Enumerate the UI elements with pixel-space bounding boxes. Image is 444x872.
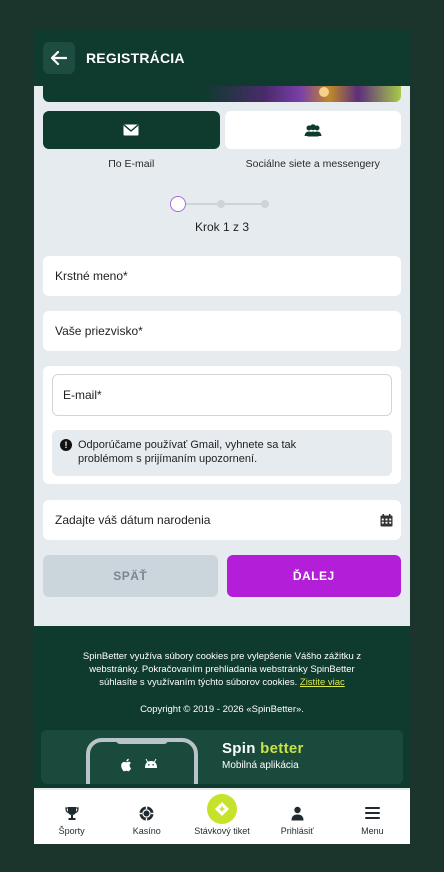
step-2-dot [217, 200, 225, 208]
nav-label-bet-slip: Stávkový tiket [194, 826, 250, 836]
user-icon [291, 804, 304, 822]
tab-email[interactable] [43, 111, 220, 149]
nav-label-casino: Kasíno [132, 826, 161, 836]
email-placeholder: E-mail* [63, 388, 102, 402]
nav-item-casino[interactable]: Kasíno [109, 790, 184, 844]
footer: SpinBetter využíva súbory cookies pre vy… [34, 626, 410, 788]
cookie-learn-more-link[interactable]: Zistite viac [300, 677, 345, 688]
notice-line-1: Odporúčame používať Gmail, vyhnete sa ta… [78, 439, 297, 451]
email-field[interactable]: E-mail* [52, 374, 392, 416]
android-icon [145, 758, 157, 768]
birthdate-placeholder: Zadajte váš dátum narodenia [55, 513, 211, 527]
form-actions: SPÄŤ ĎALEJ [43, 555, 401, 597]
back-step-button[interactable]: SPÄŤ [43, 555, 218, 597]
birthdate-field[interactable]: Zadajte váš dátum narodenia [43, 500, 401, 540]
cookie-line-3-wrap: súhlasíte s využívaním týchto súborov co… [54, 676, 390, 689]
trophy-icon [64, 804, 79, 822]
menu-icon [364, 804, 380, 822]
cookie-notice: SpinBetter využíva súbory cookies pre vy… [54, 650, 390, 689]
calendar-icon[interactable] [380, 513, 393, 527]
os-icons [120, 758, 158, 772]
step-3-dot [261, 200, 269, 208]
back-button[interactable] [43, 42, 75, 74]
notice-line-2: problémom s prijímaním upozornení. [78, 453, 258, 465]
phone-notch [116, 738, 168, 744]
banner-decoration [319, 87, 329, 97]
brand-logo: Spin better [222, 740, 304, 757]
step-line [184, 203, 268, 205]
first-name-field[interactable]: Krstné meno* [43, 256, 401, 296]
first-name-placeholder: Krstné meno* [55, 269, 128, 283]
tab-email-label[interactable]: По E-mail [43, 158, 220, 170]
nav-label-sports: Športy [58, 826, 85, 836]
gmail-notice: ! Odporúčame používať Gmail, vyhnete sa … [52, 430, 392, 476]
tab-social-label[interactable]: Sociálne siete a messengery [225, 158, 402, 170]
last-name-field[interactable]: Vaše priezvisko* [43, 311, 401, 351]
bottom-navigation: Športy Kasíno Stávkový tiket Prihlásiť M… [34, 790, 410, 844]
exclamation-icon: ! [60, 439, 72, 451]
envelope-icon [123, 124, 139, 136]
nav-item-sports[interactable]: Športy [34, 790, 109, 844]
brand-spin: Spin [222, 740, 256, 757]
nav-item-login[interactable]: Prihlásiť [260, 790, 335, 844]
step-text: Krok 1 z 3 [194, 220, 250, 234]
mobile-app-label: Mobilná aplikácia [222, 760, 299, 771]
page-title: REGISTRÁCIA [86, 50, 185, 66]
nav-label-menu: Menu [361, 826, 384, 836]
nav-item-menu[interactable]: Menu [335, 790, 410, 844]
cookie-line-1: SpinBetter využíva súbory cookies pre vy… [82, 651, 362, 662]
brand-better: better [260, 740, 304, 757]
arrow-left-icon [51, 51, 67, 65]
users-icon [304, 123, 322, 136]
step-indicator [170, 196, 274, 212]
promo-banner [43, 86, 401, 102]
tab-social[interactable] [224, 111, 401, 149]
casino-chip-icon [139, 804, 154, 822]
phone-illustration [86, 738, 198, 784]
registration-tabs [43, 111, 401, 149]
email-card: E-mail* ! Odporúčame používať Gmail, vyh… [43, 366, 401, 484]
bet-slip-icon [207, 794, 237, 824]
copyright: Copyright © 2019 - 2026 «SpinBetter». [140, 704, 304, 715]
last-name-placeholder: Vaše priezvisko* [55, 324, 143, 338]
app-screen: REGISTRÁCIA По E-mail Sociálne siete a m… [34, 30, 410, 844]
nav-label-login: Prihlásiť [280, 826, 314, 836]
cookie-line-3: súhlasíte s využívaním týchto súborov co… [99, 677, 298, 688]
next-step-button[interactable]: ĎALEJ [226, 555, 401, 597]
step-1-dot [170, 196, 186, 212]
apple-icon [121, 758, 131, 772]
notice-text: Odporúčame používať Gmail, vyhnete sa ta… [78, 438, 296, 466]
header-bar: REGISTRÁCIA [34, 30, 410, 86]
mobile-app-banner[interactable]: Spin better Mobilná aplikácia [41, 730, 403, 784]
tab-labels: По E-mail Sociálne siete a messengery [43, 158, 401, 170]
nav-item-bet-slip[interactable]: Stávkový tiket [184, 790, 259, 844]
cookie-line-2: webstránky. Pokračovaním prehliadania we… [89, 664, 355, 675]
